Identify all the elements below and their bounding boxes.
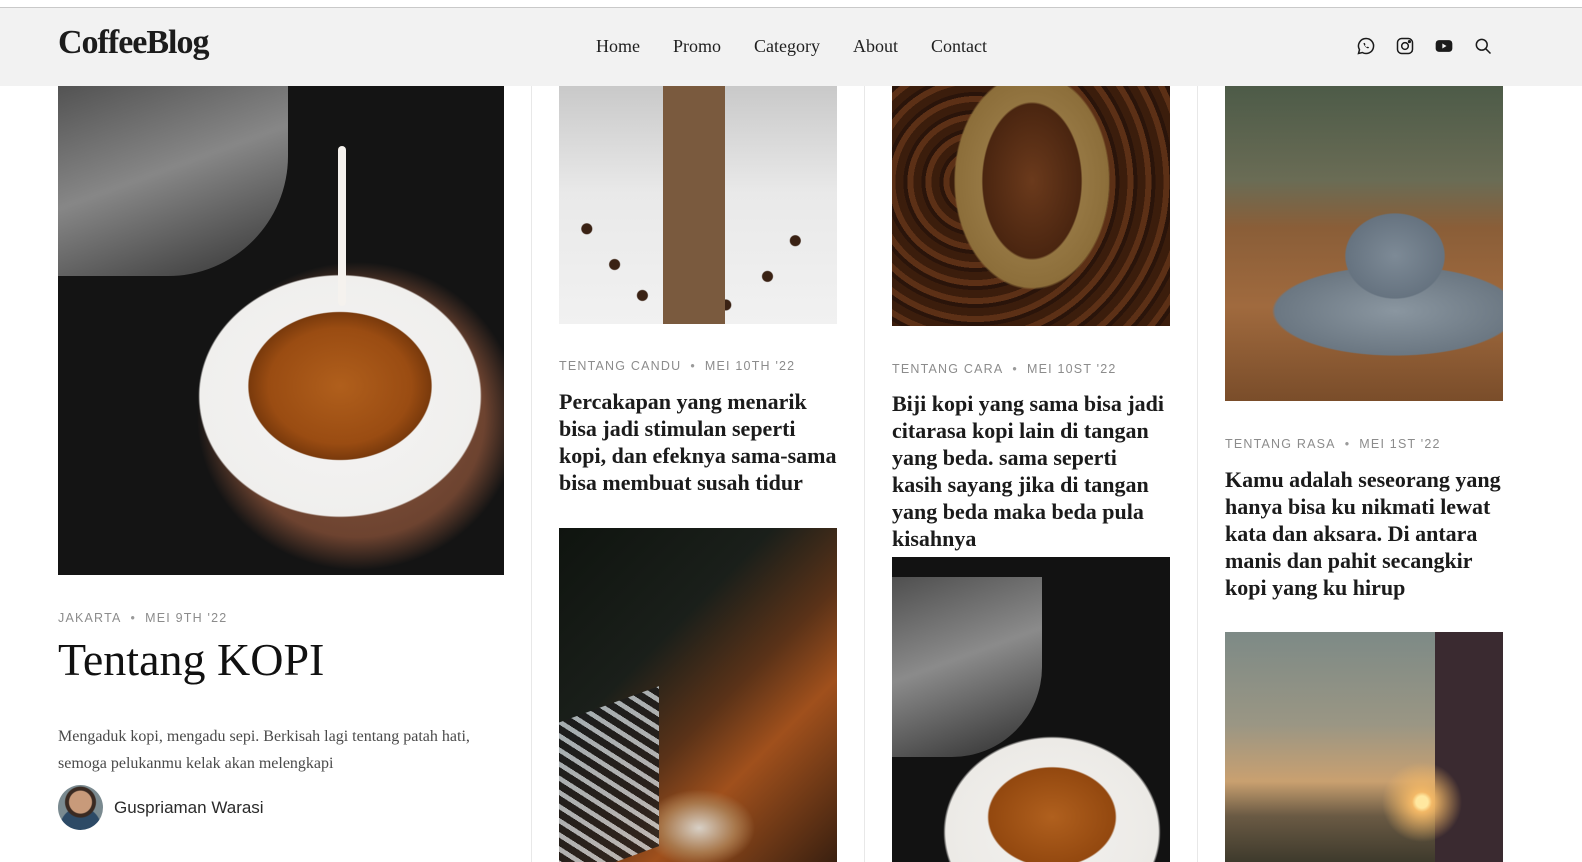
hero-meta: JAKARTA • MEI 9TH '22 (58, 611, 227, 625)
site-logo[interactable]: CoffeeBlog (58, 24, 210, 62)
whatsapp-icon[interactable] (1356, 36, 1376, 56)
hero-date: MEI 9TH '22 (145, 611, 228, 625)
author-name: Guspriaman Warasi (114, 797, 264, 817)
meta-separator: • (1012, 362, 1018, 376)
column-divider (864, 86, 865, 862)
meta-separator: • (130, 611, 137, 625)
author-link[interactable]: Guspriaman Warasi (58, 785, 264, 830)
post-image-latte-pour[interactable] (892, 557, 1170, 862)
post-title[interactable]: Percakapan yang menarik bisa jadi stimul… (559, 388, 837, 496)
nav-promo[interactable]: Promo (673, 36, 721, 57)
column-divider (1197, 86, 1198, 862)
meta-separator: • (690, 359, 696, 373)
hero-excerpt: Mengaduk kopi, mengadu sepi. Berkisah la… (58, 728, 470, 772)
hero-location: JAKARTA (58, 611, 122, 625)
post-title[interactable]: Kamu adalah seseorang yang hanya bisa ku… (1225, 466, 1503, 601)
post-category: TENTANG RASA (1225, 437, 1336, 451)
social-links (1356, 36, 1493, 56)
nav-about[interactable]: About (853, 36, 898, 57)
post-date: MEI 10TH '22 (704, 359, 796, 373)
post-meta: TENTANG CANDU • MEI 10TH '22 (559, 359, 795, 373)
meta-separator: • (1344, 437, 1351, 451)
post-title[interactable]: Biji kopi yang sama bisa jadi citarasa k… (892, 390, 1172, 552)
site-header: CoffeeBlog Home Promo Category About Con… (0, 8, 1582, 86)
post-image-coffee-beans[interactable] (892, 86, 1170, 326)
post-image-cup-on-terrace[interactable] (1225, 86, 1503, 401)
post-image-laptop-coffee[interactable] (559, 528, 837, 862)
post-image-iced-coffee[interactable] (559, 86, 837, 324)
nav-home[interactable]: Home (596, 36, 640, 57)
column-divider (531, 86, 532, 862)
hero-title[interactable]: Tentang KOPI (58, 632, 324, 688)
page: CoffeeBlog Home Promo Category About Con… (0, 0, 1582, 862)
search-icon[interactable] (1473, 36, 1493, 56)
hero-image-latte-art[interactable] (58, 86, 504, 575)
youtube-icon[interactable] (1434, 36, 1454, 56)
post-date: MEI 1ST '22 (1359, 437, 1441, 451)
post-category: TENTANG CARA (892, 362, 1004, 376)
post-image-sunset[interactable] (1225, 632, 1503, 862)
top-border (0, 0, 1582, 8)
nav-contact[interactable]: Contact (931, 36, 987, 57)
post-meta: TENTANG CARA • MEI 10ST '22 (892, 362, 1117, 376)
avatar (58, 785, 103, 830)
post-category: TENTANG CANDU (559, 359, 682, 373)
instagram-icon[interactable] (1395, 36, 1415, 56)
nav-category[interactable]: Category (754, 36, 820, 57)
post-meta: TENTANG RASA • MEI 1ST '22 (1225, 437, 1441, 451)
main-nav: Home Promo Category About Contact (596, 36, 1020, 57)
post-date: MEI 10ST '22 (1026, 362, 1117, 376)
